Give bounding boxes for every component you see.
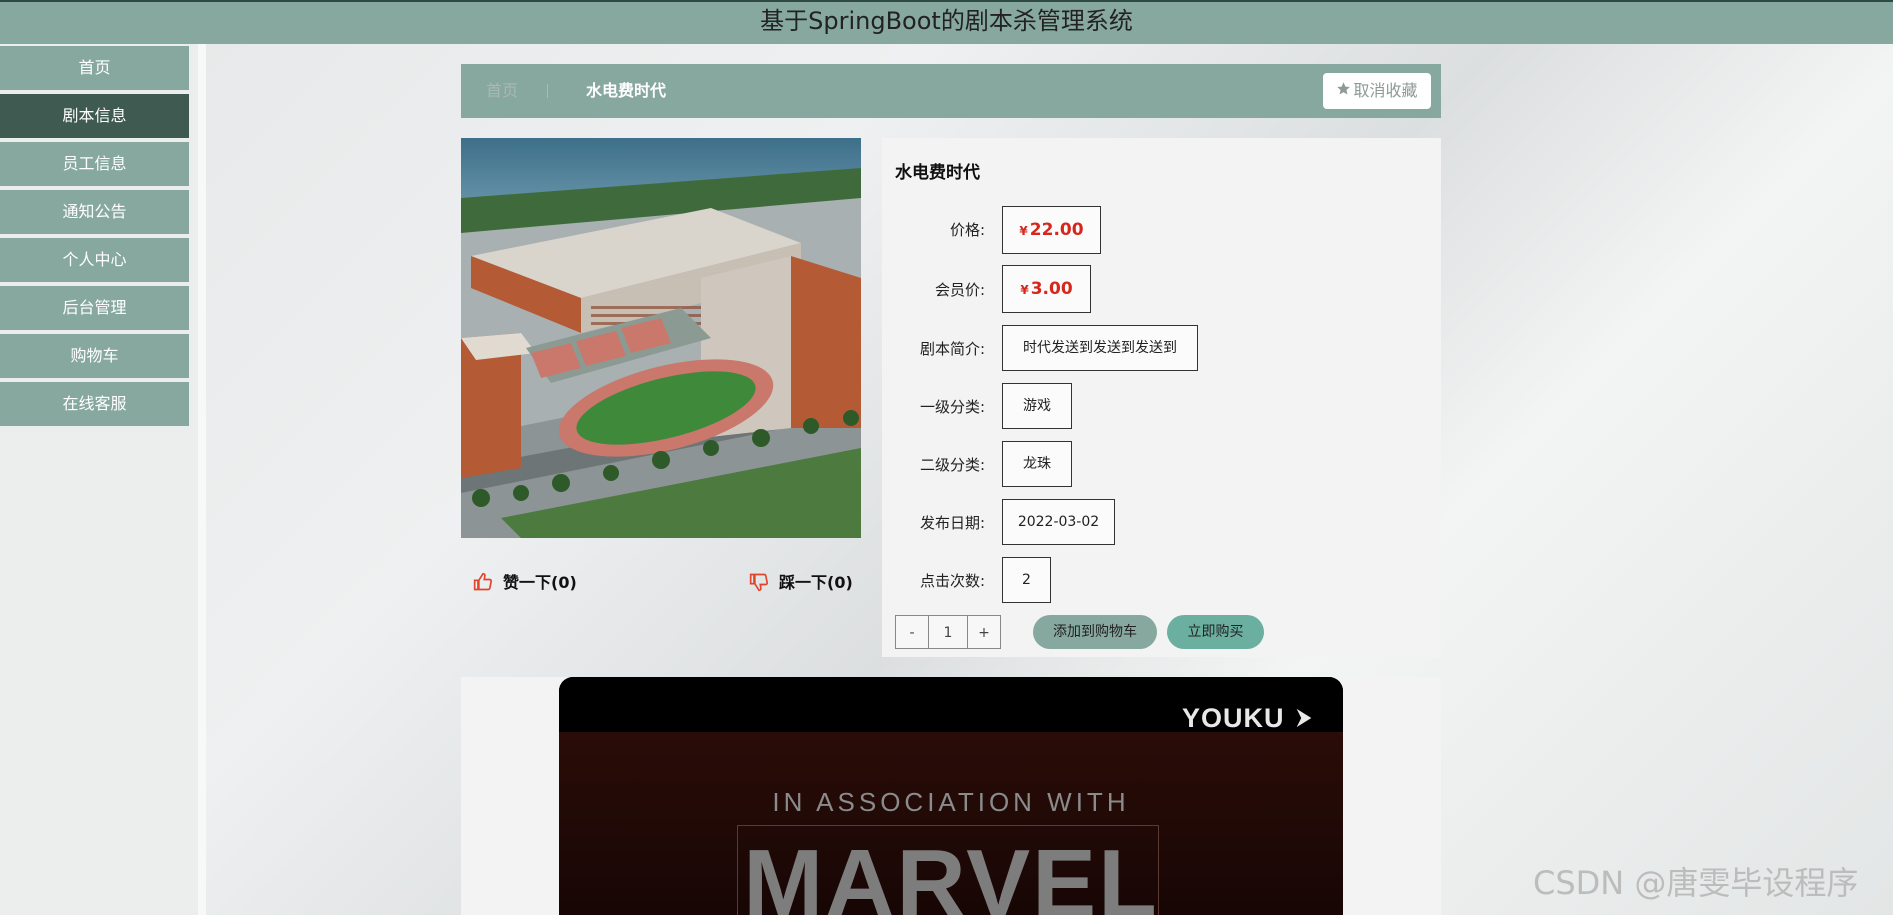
sidebar: 首页 剧本信息 员工信息 通知公告 个人中心 后台管理 购物车 在线客服 xyxy=(0,44,198,915)
watermark: CSDN @唐雯毕设程序 xyxy=(1533,864,1859,902)
sidebar-item-home[interactable]: 首页 xyxy=(0,46,189,90)
sidebar-item-label: 剧本信息 xyxy=(62,106,127,125)
star-icon xyxy=(1336,73,1351,109)
product-image xyxy=(461,138,861,538)
breadcrumb-home-link[interactable]: 首页 xyxy=(486,64,518,118)
unfavorite-label: 取消收藏 xyxy=(1353,81,1418,100)
sidebar-item-staff[interactable]: 员工信息 xyxy=(0,142,189,186)
member-price-value: ¥3.00 xyxy=(1002,265,1091,313)
unfavorite-button[interactable]: 取消收藏 xyxy=(1323,73,1431,109)
price-value: ¥22.00 xyxy=(1002,206,1101,254)
intro-value: 时代发送到发送到发送到 xyxy=(1002,325,1198,371)
click-count-label: 点击次数: xyxy=(919,572,985,590)
price-label: 价格: xyxy=(949,221,985,239)
sidebar-item-admin[interactable]: 后台管理 xyxy=(0,286,189,330)
buy-now-button[interactable]: 立即购买 xyxy=(1167,615,1264,649)
breadcrumb-separator xyxy=(547,84,548,98)
member-price-amount: 3.00 xyxy=(1030,279,1073,299)
quantity-plus-button[interactable]: + xyxy=(967,615,1001,649)
breadcrumb-current: 水电费时代 xyxy=(586,81,667,100)
youku-logo-text: YOUKU xyxy=(1181,703,1285,733)
sidebar-item-label: 通知公告 xyxy=(62,202,127,221)
intro-label: 剧本简介: xyxy=(919,340,985,358)
thumbs-down-icon xyxy=(749,573,769,592)
product-title: 水电费时代 xyxy=(895,163,980,183)
category2-label: 二级分类: xyxy=(919,456,985,474)
sidebar-item-label: 后台管理 xyxy=(62,298,127,317)
sidebar-item-notices[interactable]: 通知公告 xyxy=(0,190,189,234)
video-player[interactable]: YOUKU IN ASSOCIATION WITH MARVEL xyxy=(559,677,1343,915)
dislike-count-label: 踩一下(0) xyxy=(779,573,853,592)
quantity-input[interactable]: 1 xyxy=(928,615,968,649)
youku-logo: YOUKU xyxy=(1182,703,1315,734)
currency-symbol: ¥ xyxy=(1020,283,1029,297)
sidebar-item-profile[interactable]: 个人中心 xyxy=(0,238,189,282)
product-info-panel: 水电费时代 价格: ¥22.00 会员价: ¥3.00 剧本简介: 时代发送到发… xyxy=(882,138,1441,657)
sidebar-divider xyxy=(198,44,206,915)
thumbs-up-icon xyxy=(473,572,493,591)
price-amount: 22.00 xyxy=(1029,220,1084,240)
sidebar-item-support[interactable]: 在线客服 xyxy=(0,382,189,426)
currency-symbol: ¥ xyxy=(1019,224,1028,238)
quantity-minus-button[interactable]: - xyxy=(895,615,929,649)
video-caption-line2: MARVEL xyxy=(743,830,1159,915)
vote-row: 赞一下(0) 踩一下(0) xyxy=(473,568,873,598)
sidebar-item-scripts[interactable]: 剧本信息 xyxy=(0,94,189,138)
breadcrumb: 首页 水电费时代 取消收藏 xyxy=(461,64,1441,118)
sidebar-item-cart[interactable]: 购物车 xyxy=(0,334,189,378)
publish-date-label: 发布日期: xyxy=(919,514,985,532)
like-count-label: 赞一下(0) xyxy=(503,573,577,592)
sidebar-item-label: 购物车 xyxy=(70,346,119,365)
category1-value: 游戏 xyxy=(1002,383,1072,429)
play-chevron-icon xyxy=(1296,708,1312,728)
sidebar-item-label: 首页 xyxy=(78,58,111,77)
member-price-label: 会员价: xyxy=(934,281,985,299)
sidebar-item-label: 个人中心 xyxy=(62,250,127,269)
category2-value: 龙珠 xyxy=(1002,441,1072,487)
add-to-cart-button[interactable]: 添加到购物车 xyxy=(1033,615,1157,649)
click-count-value: 2 xyxy=(1002,557,1051,603)
app-title: 基于SpringBoot的剧本杀管理系统 xyxy=(760,7,1133,35)
app-header: 基于SpringBoot的剧本杀管理系统 xyxy=(0,0,1893,44)
sidebar-item-label: 员工信息 xyxy=(62,154,127,173)
sidebar-item-label: 在线客服 xyxy=(62,394,127,413)
video-panel: YOUKU IN ASSOCIATION WITH MARVEL xyxy=(461,677,1441,915)
video-caption-line1: IN ASSOCIATION WITH xyxy=(772,787,1130,817)
publish-date-value: 2022-03-02 xyxy=(1002,499,1115,545)
category1-label: 一级分类: xyxy=(919,398,985,416)
